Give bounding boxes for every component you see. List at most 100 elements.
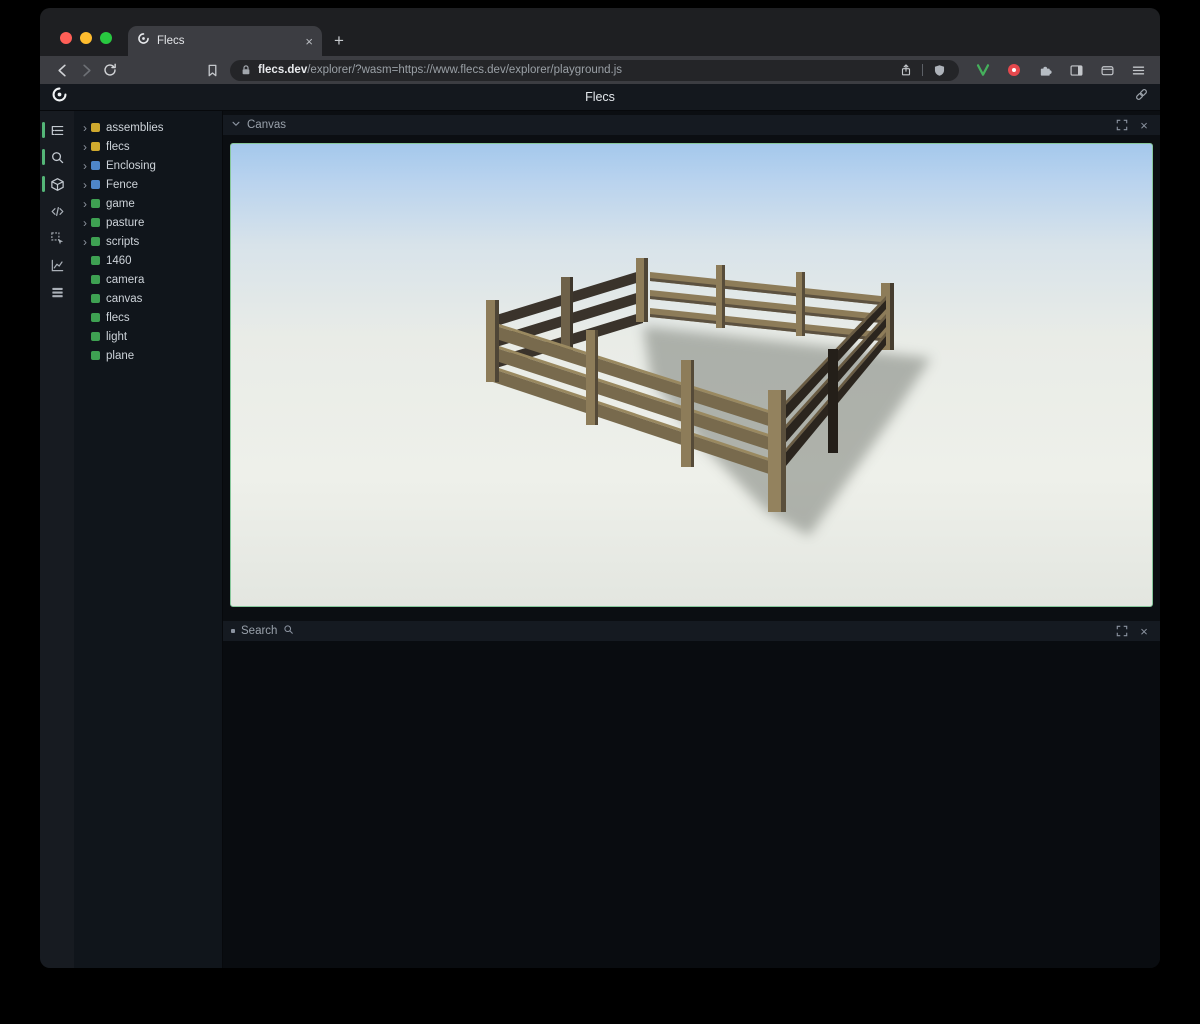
entity-label: light bbox=[106, 331, 127, 343]
forward-icon[interactable] bbox=[74, 58, 98, 82]
entity-kind-square bbox=[91, 123, 100, 132]
entity-label: canvas bbox=[106, 293, 142, 305]
expand-arrow-icon[interactable]: › bbox=[80, 160, 90, 172]
entity-label: 1460 bbox=[106, 255, 132, 267]
v-extension-icon[interactable] bbox=[971, 58, 995, 82]
search-panel-title: Search bbox=[241, 625, 277, 637]
canvas-panel-body bbox=[223, 135, 1160, 613]
search-panel-header: Search × bbox=[223, 621, 1160, 641]
entity-kind-square bbox=[91, 180, 100, 189]
entity-kind-square bbox=[91, 313, 100, 322]
share-icon[interactable] bbox=[896, 60, 916, 80]
address-bar[interactable]: flecs.dev/explorer/?wasm=https://www.fle… bbox=[230, 60, 959, 81]
tree-item-plane[interactable]: plane bbox=[74, 346, 222, 365]
canvas-panel-header: Canvas × bbox=[223, 115, 1160, 135]
bookmark-icon[interactable] bbox=[200, 58, 224, 82]
menu-icon[interactable] bbox=[1126, 58, 1150, 82]
entity-tree-panel: › assemblies › flecs › Enclosing ›Fence › ga… bbox=[74, 111, 222, 968]
search-icon[interactable] bbox=[40, 146, 74, 168]
inspector-icon[interactable] bbox=[40, 227, 74, 249]
close-icon[interactable]: × bbox=[1136, 623, 1152, 639]
minimize-window-button[interactable] bbox=[80, 32, 92, 44]
wallet-icon[interactable] bbox=[1095, 58, 1119, 82]
close-icon[interactable]: × bbox=[1136, 117, 1152, 133]
entity-tree-icon[interactable] bbox=[40, 119, 74, 141]
expand-arrow-icon[interactable]: › bbox=[80, 236, 90, 248]
url-host[interactable]: flecs.dev bbox=[258, 64, 307, 76]
entity-kind-square bbox=[91, 237, 100, 246]
tree-item-assemblies[interactable]: › assemblies bbox=[74, 118, 222, 137]
tree-item-light[interactable]: light bbox=[74, 327, 222, 346]
tab-strip: Flecs × + bbox=[40, 8, 1160, 56]
tree-item-camera[interactable]: camera bbox=[74, 270, 222, 289]
tool-strip bbox=[40, 111, 74, 968]
link-icon[interactable] bbox=[1134, 87, 1149, 107]
lock-icon bbox=[240, 64, 252, 76]
sidebar-icon[interactable] bbox=[1064, 58, 1088, 82]
extension-icons bbox=[971, 58, 1150, 82]
reload-icon[interactable] bbox=[98, 58, 122, 82]
entity-label: game bbox=[106, 198, 135, 210]
stats-chart-icon[interactable] bbox=[40, 254, 74, 276]
tab-close-icon[interactable]: × bbox=[305, 35, 313, 48]
fullscreen-icon[interactable] bbox=[1114, 117, 1130, 133]
tree-item-1460[interactable]: 1460 bbox=[74, 251, 222, 270]
expand-arrow-icon[interactable]: › bbox=[80, 217, 90, 229]
code-icon[interactable] bbox=[40, 200, 74, 222]
brave-shield-icon[interactable] bbox=[929, 60, 949, 80]
app-header: Flecs bbox=[40, 84, 1160, 111]
tree-item-canvas[interactable]: canvas bbox=[74, 289, 222, 308]
tree-item-fence[interactable]: ›Fence bbox=[74, 175, 222, 194]
new-tab-button[interactable]: + bbox=[334, 32, 344, 49]
entity-kind-square bbox=[91, 275, 100, 284]
window-controls bbox=[60, 32, 112, 44]
panel-collapse-dot-icon[interactable] bbox=[231, 629, 235, 633]
entity-label: pasture bbox=[106, 217, 144, 229]
entity-kind-square bbox=[91, 142, 100, 151]
extensions-puzzle-icon[interactable] bbox=[1033, 58, 1057, 82]
url-path[interactable]: /explorer/?wasm=https://www.flecs.dev/ex… bbox=[307, 64, 622, 76]
entity-label: Enclosing bbox=[106, 160, 156, 172]
tree-item-game[interactable]: › game bbox=[74, 194, 222, 213]
entity-label: flecs bbox=[106, 312, 130, 324]
url-text[interactable]: flecs.dev/explorer/?wasm=https://www.fle… bbox=[258, 64, 622, 76]
entity-kind-square bbox=[91, 218, 100, 227]
zoom-window-button[interactable] bbox=[100, 32, 112, 44]
expand-arrow-icon[interactable]: › bbox=[80, 122, 90, 134]
entity-label: assemblies bbox=[106, 122, 164, 134]
close-window-button[interactable] bbox=[60, 32, 72, 44]
canvas-3d-viewport[interactable] bbox=[230, 143, 1153, 607]
tree-item-pasture[interactable]: › pasture bbox=[74, 213, 222, 232]
entity-kind-square bbox=[91, 199, 100, 208]
entity-label: scripts bbox=[106, 236, 139, 248]
entity-kind-square bbox=[91, 256, 100, 265]
entity-label: flecs bbox=[106, 141, 130, 153]
entity-label: plane bbox=[106, 350, 134, 362]
fullscreen-icon[interactable] bbox=[1114, 623, 1130, 639]
app-content: › assemblies › flecs › Enclosing ›Fence › ga… bbox=[40, 111, 1160, 968]
tables-icon[interactable] bbox=[40, 281, 74, 303]
expand-arrow-icon[interactable]: › bbox=[80, 198, 90, 210]
tree-item-scripts[interactable]: › scripts bbox=[74, 232, 222, 251]
browser-window: Flecs × + flecs.dev/explorer/?wasm=https… bbox=[40, 8, 1160, 968]
canvas-cube-icon[interactable] bbox=[40, 173, 74, 195]
chevron-down-icon[interactable] bbox=[231, 119, 241, 132]
expand-arrow-icon[interactable]: › bbox=[80, 141, 90, 153]
tree-item-enclosing[interactable]: › Enclosing bbox=[74, 156, 222, 175]
search-glass-icon bbox=[283, 624, 294, 638]
address-bar-divider bbox=[922, 64, 923, 76]
tab-favicon-flecs-logo-icon bbox=[137, 32, 150, 50]
tab-title: Flecs bbox=[157, 35, 298, 47]
fence-3d-scene bbox=[231, 144, 1152, 606]
entity-kind-square bbox=[91, 294, 100, 303]
browser-tab[interactable]: Flecs × bbox=[128, 26, 322, 56]
tree-item-flecs[interactable]: › flecs bbox=[74, 137, 222, 156]
back-icon[interactable] bbox=[50, 58, 74, 82]
expand-arrow-icon[interactable]: › bbox=[80, 179, 90, 191]
red-extension-icon[interactable] bbox=[1002, 58, 1026, 82]
entity-kind-square bbox=[91, 351, 100, 360]
entity-label: camera bbox=[106, 274, 144, 286]
canvas-panel-title: Canvas bbox=[247, 119, 286, 131]
main-panel-column: Canvas × bbox=[222, 111, 1160, 968]
tree-item-flecs-entity[interactable]: flecs bbox=[74, 308, 222, 327]
